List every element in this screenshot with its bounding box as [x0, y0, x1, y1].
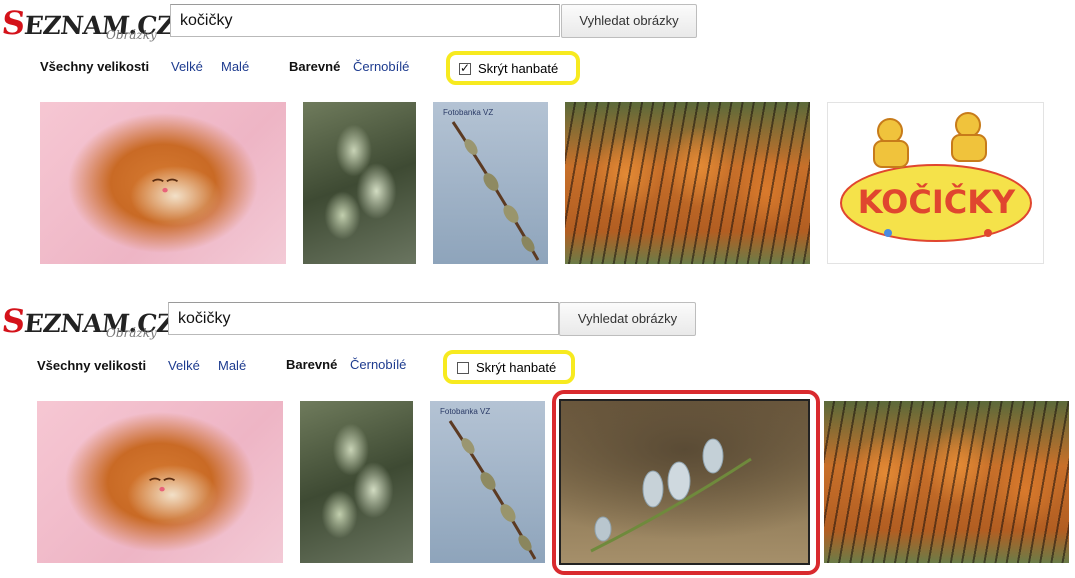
- results-panel-bottom: SEZNAM.CZ Obrázky kočičky Vyhledat obráz…: [0, 298, 1075, 578]
- tiger-stripes: [824, 401, 1069, 563]
- kitten-face-icon: [152, 178, 179, 193]
- filter-size-all[interactable]: Všechny velikosti: [40, 59, 149, 74]
- safe-search-label[interactable]: Skrýt hanbaté: [476, 360, 556, 375]
- result-image-tiger-cubs[interactable]: [824, 401, 1069, 563]
- seznam-logo[interactable]: SEZNAM.CZ Obrázky: [0, 0, 176, 46]
- filter-color[interactable]: Barevné: [289, 59, 340, 74]
- branch-icon: [448, 420, 537, 560]
- tiger-stripes: [565, 102, 810, 264]
- result-image-kitten[interactable]: [40, 102, 286, 264]
- filter-size-small[interactable]: Malé: [218, 358, 246, 373]
- seznam-logo[interactable]: SEZNAM.CZ Obrázky: [0, 298, 176, 344]
- result-image-branch[interactable]: Fotobanka VZ: [430, 401, 545, 563]
- filter-size-small[interactable]: Malé: [221, 59, 249, 74]
- filter-size-all[interactable]: Všechny velikosti: [37, 358, 146, 373]
- result-image-tiger-cubs[interactable]: [565, 102, 810, 264]
- filter-size-large[interactable]: Velké: [171, 59, 203, 74]
- search-input[interactable]: kočičky: [168, 302, 559, 335]
- filter-bw[interactable]: Černobílé: [350, 357, 406, 372]
- search-input[interactable]: kočičky: [170, 4, 560, 37]
- safe-search-label[interactable]: Skrýt hanbaté: [478, 61, 558, 76]
- result-image-cartoon-cats[interactable]: KOČIČKY: [827, 102, 1044, 264]
- result-image-willow-catkins[interactable]: [300, 401, 413, 563]
- logo-subtitle: Obrázky: [106, 326, 157, 340]
- result-image-branch[interactable]: Fotobanka VZ: [433, 102, 548, 264]
- cartoon-text: KOČIČKY: [857, 183, 1016, 221]
- filter-color[interactable]: Barevné: [286, 357, 337, 372]
- results-panel-top: SEZNAM.CZ Obrázky kočičky Vyhledat obráz…: [0, 0, 1075, 280]
- search-button[interactable]: Vyhledat obrázky: [559, 302, 696, 336]
- catkins-closeup-icon: [590, 438, 752, 553]
- search-button[interactable]: Vyhledat obrázky: [561, 4, 697, 38]
- filter-bw[interactable]: Černobílé: [353, 59, 409, 74]
- branch-icon: [451, 121, 540, 261]
- kitten-face-icon: [149, 477, 176, 492]
- logo-subtitle: Obrázky: [106, 28, 157, 42]
- result-image-kitten[interactable]: [37, 401, 283, 563]
- safe-search-checkbox[interactable]: ✓: [459, 62, 471, 75]
- filter-size-large[interactable]: Velké: [168, 358, 200, 373]
- result-image-catkins-closeup[interactable]: [559, 399, 810, 565]
- result-image-willow-catkins[interactable]: [303, 102, 416, 264]
- safe-search-checkbox[interactable]: [457, 362, 469, 374]
